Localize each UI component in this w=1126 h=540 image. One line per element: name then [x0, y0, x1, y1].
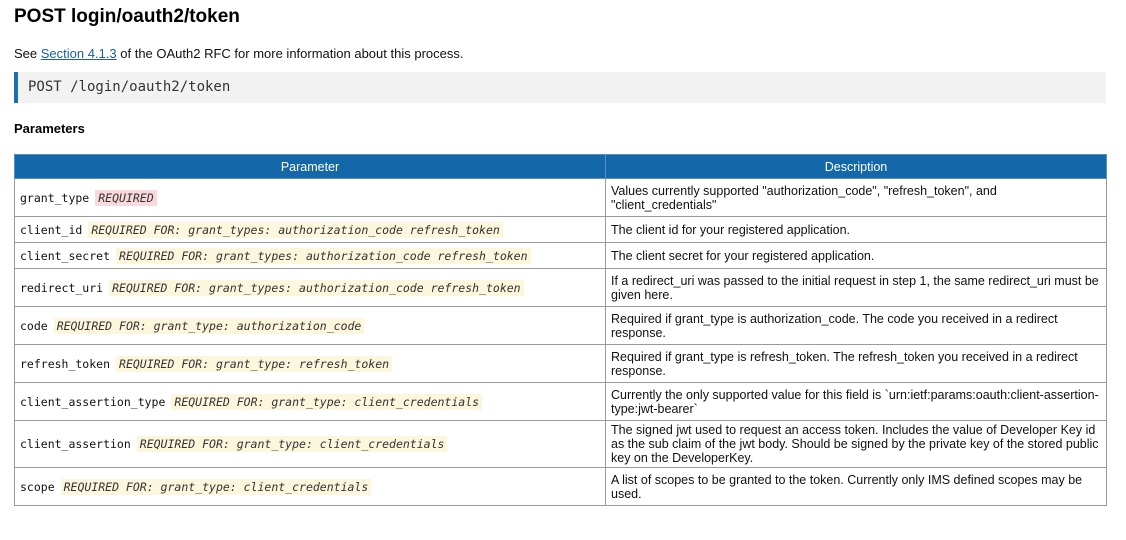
description-cell: A list of scopes to be granted to the to…: [605, 467, 1107, 506]
parameter-cell: client_assertion_type REQUIRED FOR: grant…: [14, 382, 606, 421]
intro-text-after: of the OAuth2 RFC for more information a…: [116, 46, 464, 61]
required-for-badge: REQUIRED FOR: grant_types: authorization…: [109, 279, 524, 296]
table-row: grant_type REQUIRED Values currently supp…: [14, 178, 1107, 217]
column-header-description: Description: [605, 154, 1107, 179]
parameter-name: grant_type: [20, 190, 90, 205]
api-doc-page: POST login/oauth2/token See Section 4.1.…: [0, 0, 1126, 506]
parameter-name: client_id: [20, 222, 83, 237]
table-row: scope REQUIRED FOR: grant_type: client_cr…: [14, 467, 1107, 506]
parameter-cell: client_id REQUIRED FOR: grant_types: auth…: [14, 216, 606, 243]
parameter-cell: redirect_uri REQUIRED FOR: grant_types: a…: [14, 268, 606, 307]
column-header-parameter: Parameter: [14, 154, 606, 179]
description-cell: Required if grant_type is refresh_token.…: [605, 344, 1107, 383]
page-title: POST login/oauth2/token: [14, 6, 240, 27]
parameter-name: client_assertion_type: [20, 394, 166, 409]
table-row: client_secret REQUIRED FOR: grant_types: …: [14, 242, 1107, 269]
parameters-heading: Parameters: [14, 121, 85, 136]
required-for-badge: REQUIRED FOR: grant_types: authorization…: [116, 247, 531, 264]
intro-text-before: See: [14, 46, 41, 61]
rfc-section-link[interactable]: Section 4.1.3: [41, 46, 117, 61]
table-row: client_id REQUIRED FOR: grant_types: auth…: [14, 216, 1107, 243]
description-cell: The client id for your registered applic…: [605, 216, 1107, 243]
required-for-badge: REQUIRED FOR: grant_type: refresh_token: [116, 355, 393, 372]
endpoint-code-block: POST /login/oauth2/token: [14, 72, 1106, 103]
description-cell: Required if grant_type is authorization_…: [605, 306, 1107, 345]
required-for-badge: REQUIRED FOR: grant_type: client_credent…: [136, 436, 448, 452]
table-row: redirect_uri REQUIRED FOR: grant_types: a…: [14, 268, 1107, 307]
intro-paragraph: See Section 4.1.3 of the OAuth2 RFC for …: [14, 46, 1112, 62]
table-row: refresh_token REQUIRED FOR: grant_type: r…: [14, 344, 1107, 383]
required-badge: REQUIRED: [95, 189, 157, 206]
parameter-name: client_secret: [20, 248, 111, 263]
table-row: code REQUIRED FOR: grant_type: authorizat…: [14, 306, 1107, 345]
description-cell: Values currently supported "authorizatio…: [605, 178, 1107, 217]
parameter-name: code: [20, 318, 48, 333]
required-for-badge: REQUIRED FOR: grant_type: client_credent…: [171, 393, 483, 410]
table-row: client_assertion_type REQUIRED FOR: grant…: [14, 382, 1107, 421]
description-cell: The signed jwt used to request an access…: [605, 420, 1107, 468]
required-for-badge: REQUIRED FOR: grant_types: authorization…: [88, 221, 503, 238]
table-row: client_assertion REQUIRED FOR: grant_type…: [14, 420, 1107, 468]
required-for-badge: REQUIRED FOR: grant_type: authorization_…: [53, 317, 365, 334]
parameter-cell: code REQUIRED FOR: grant_type: authorizat…: [14, 306, 606, 345]
parameter-name: client_assertion: [20, 437, 131, 451]
parameter-name: scope: [20, 479, 55, 494]
parameters-table: Parameter Description grant_type REQUIRED…: [14, 154, 1107, 506]
parameter-cell: scope REQUIRED FOR: grant_type: client_cr…: [14, 467, 606, 506]
parameter-cell: refresh_token REQUIRED FOR: grant_type: r…: [14, 344, 606, 383]
description-cell: If a redirect_uri was passed to the init…: [605, 268, 1107, 307]
parameter-cell: client_assertion REQUIRED FOR: grant_type…: [14, 420, 606, 468]
parameter-cell: grant_type REQUIRED: [14, 178, 606, 217]
table-header-row: Parameter Description: [14, 154, 1107, 179]
description-cell: Currently the only supported value for t…: [605, 382, 1107, 421]
parameter-name: redirect_uri: [20, 280, 104, 295]
description-cell: The client secret for your registered ap…: [605, 242, 1107, 269]
required-for-badge: REQUIRED FOR: grant_type: client_credent…: [60, 478, 372, 495]
parameter-name: refresh_token: [20, 356, 111, 371]
parameter-cell: client_secret REQUIRED FOR: grant_types: …: [14, 242, 606, 269]
